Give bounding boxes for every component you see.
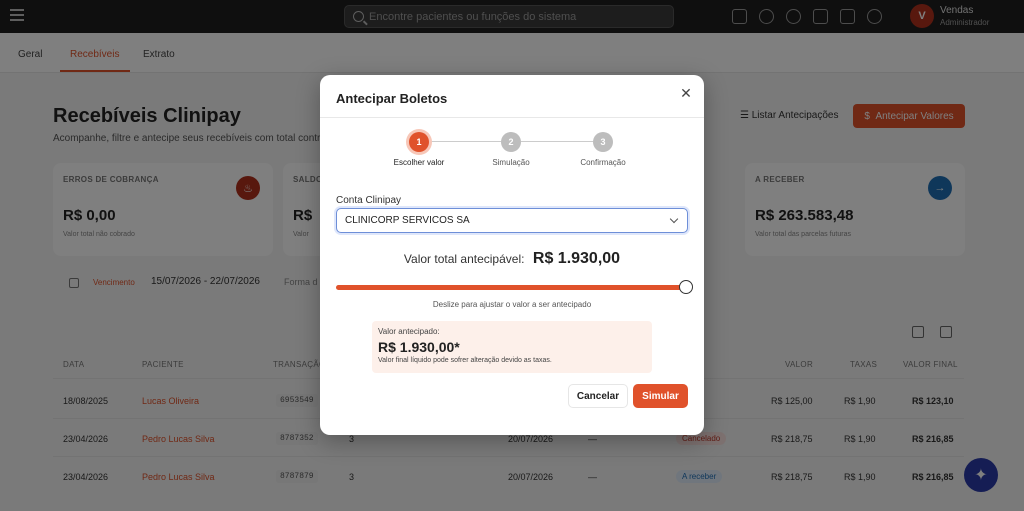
total-anticipable-label: Valor total antecipável: — [403, 252, 525, 266]
modal-divider — [320, 117, 704, 118]
simulate-button[interactable]: Simular — [633, 384, 688, 408]
anticipated-value: R$ 1.930,00* — [378, 339, 460, 355]
step-3-label: Confirmação — [580, 158, 626, 167]
step-1-label: Escolher valor — [393, 158, 445, 167]
close-icon[interactable]: ✕ — [678, 85, 694, 101]
step-connector — [429, 141, 501, 142]
step-3-circle: 3 — [593, 132, 613, 152]
total-anticipable-value: R$ 1.930,00 — [532, 250, 621, 267]
anticipated-label: Valor antecipado: — [378, 327, 440, 336]
account-label: Conta Clinipay — [336, 195, 402, 206]
anticipate-boletos-modal: Antecipar Boletos ✕ 1 2 3 Escolher valor… — [320, 75, 704, 435]
amount-slider-track[interactable] — [336, 285, 686, 290]
step-1-circle: 1 — [409, 132, 429, 152]
cancel-button[interactable]: Cancelar — [568, 384, 628, 408]
step-2-label: Simulação — [492, 158, 530, 167]
step-connector — [521, 141, 593, 142]
anticipated-summary: Valor antecipado: R$ 1.930,00* Valor fin… — [372, 321, 652, 373]
total-anticipable-row: Valor total antecipável: R$ 1.930,00 — [320, 250, 704, 268]
account-select-value: CLINICORP SERVICOS SA — [345, 215, 470, 226]
amount-slider-thumb[interactable] — [679, 280, 693, 294]
modal-title: Antecipar Boletos — [336, 91, 448, 106]
account-select[interactable]: CLINICORP SERVICOS SA — [336, 208, 688, 233]
step-2-circle: 2 — [501, 132, 521, 152]
fees-note: Valor final líquido pode sofrer alteraçã… — [378, 357, 552, 364]
chevron-down-icon — [669, 214, 679, 224]
slider-hint: Deslize para ajustar o valor a ser antec… — [432, 300, 592, 309]
